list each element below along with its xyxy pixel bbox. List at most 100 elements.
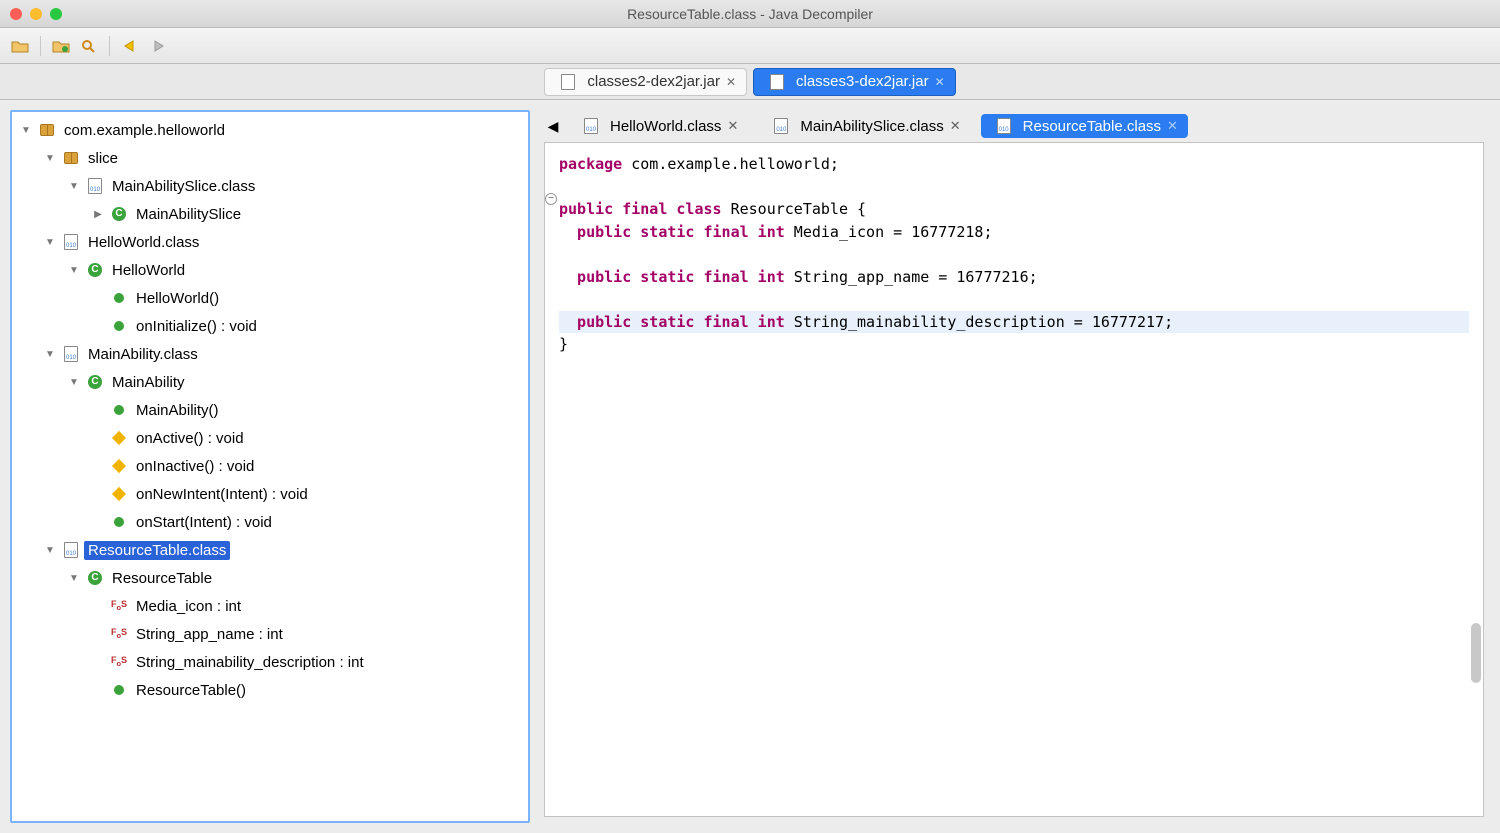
protected-method-icon [110, 429, 128, 447]
nav-back-button[interactable] [118, 34, 142, 58]
tree-node[interactable]: ▼ slice [14, 144, 526, 172]
tree-node[interactable]: onActive() : void [14, 424, 526, 452]
package-icon [38, 121, 56, 139]
tree-node[interactable]: ▼ HelloWorld.class [14, 228, 526, 256]
tree-node-label: HelloWorld [108, 261, 189, 280]
toolbar [0, 28, 1500, 64]
tree-node[interactable]: onNewIntent(Intent) : void [14, 480, 526, 508]
editor-prev-button[interactable]: ◀ [544, 118, 562, 135]
class-icon: C [86, 261, 104, 279]
tree-node[interactable]: ▼ MainAbilitySlice.class [14, 172, 526, 200]
editor-tab[interactable]: MainAbilitySlice.class✕ [758, 114, 970, 138]
tree-node[interactable]: onInitialize() : void [14, 312, 526, 340]
tree-node-label: onInactive() : void [132, 457, 258, 476]
tree-node-label: HelloWorld() [132, 289, 223, 308]
tree-node[interactable]: FoSString_mainability_description : int [14, 648, 526, 676]
disclosure-icon[interactable]: ▼ [42, 349, 58, 360]
close-icon[interactable]: ✕ [1167, 118, 1178, 134]
editor-tab-bar: ◀ HelloWorld.class✕MainAbilitySlice.clas… [538, 110, 1490, 142]
editor-tab[interactable]: HelloWorld.class ✕ [568, 114, 748, 138]
tree-node[interactable]: HelloWorld() [14, 284, 526, 312]
tree-node-label: ResourceTable [108, 569, 216, 588]
scrollbar-thumb[interactable] [1471, 623, 1481, 683]
class-file-icon [582, 117, 600, 135]
tree-node[interactable]: onStart(Intent) : void [14, 508, 526, 536]
tree-node-label: String_mainability_description : int [132, 653, 368, 672]
tree-node-label: onStart(Intent) : void [132, 513, 276, 532]
open-type-button[interactable] [49, 34, 73, 58]
tree-node-label: MainAbility() [132, 401, 223, 420]
disclosure-icon[interactable]: ▼ [66, 573, 82, 584]
tree-node[interactable]: FoSString_app_name : int [14, 620, 526, 648]
titlebar: ResourceTable.class - Java Decompiler [0, 0, 1500, 28]
tree-node[interactable]: ▶CMainAbilitySlice [14, 200, 526, 228]
public-method-icon [110, 513, 128, 531]
tree-node-label: onInitialize() : void [132, 317, 261, 336]
public-method-icon [110, 289, 128, 307]
class-icon: C [110, 205, 128, 223]
open-file-button[interactable] [8, 34, 32, 58]
tree-node[interactable]: ▼CMainAbility [14, 368, 526, 396]
close-window-button[interactable] [10, 8, 22, 20]
tree-node[interactable]: FoSMedia_icon : int [14, 592, 526, 620]
tree-node-label: HelloWorld.class [84, 233, 203, 252]
workspace: ▼ com.example.helloworld ▼ slice ▼ MainAbilit… [0, 100, 1500, 833]
editor-panel: ◀ HelloWorld.class✕MainAbilitySlice.clas… [538, 110, 1490, 823]
search-button[interactable] [77, 34, 101, 58]
tree-node-label: MainAbilitySlice.class [108, 177, 259, 196]
tree-node[interactable]: ResourceTable() [14, 676, 526, 704]
disclosure-icon[interactable]: ▼ [66, 181, 82, 192]
class-file-icon [995, 117, 1013, 135]
class-file-icon [62, 541, 80, 559]
close-icon[interactable]: ✕ [950, 118, 961, 134]
editor-tab-label: ResourceTable.class [1023, 118, 1161, 135]
class-file-icon [86, 177, 104, 195]
tree-node[interactable]: ▼ResourceTable.class [14, 536, 526, 564]
disclosure-icon[interactable]: ▼ [42, 153, 58, 164]
tree-node-label: com.example.helloworld [60, 121, 229, 140]
class-file-icon [62, 345, 80, 363]
tree-node[interactable]: ▼ MainAbility.class [14, 340, 526, 368]
disclosure-icon[interactable]: ▼ [18, 125, 34, 136]
disclosure-icon[interactable]: ▼ [66, 377, 82, 388]
fold-toggle-icon[interactable]: − [545, 193, 557, 205]
static-field-icon: FoS [110, 625, 128, 643]
package-explorer[interactable]: ▼ com.example.helloworld ▼ slice ▼ MainAbilit… [10, 110, 530, 823]
disclosure-icon[interactable]: ▼ [42, 545, 58, 556]
close-icon[interactable]: ✕ [726, 75, 736, 89]
disclosure-icon[interactable]: ▼ [66, 265, 82, 276]
public-method-icon [110, 401, 128, 419]
editor-tab[interactable]: ResourceTable.class ✕ [981, 114, 1188, 138]
package-icon [62, 149, 80, 167]
class-file-icon [62, 233, 80, 251]
tree-node[interactable]: MainAbility() [14, 396, 526, 424]
class-file-icon [772, 117, 790, 135]
nav-forward-button[interactable] [146, 34, 170, 58]
file-tab[interactable]: classes3-dex2jar.jar✕ [753, 68, 956, 96]
protected-method-icon [110, 485, 128, 503]
protected-method-icon [110, 457, 128, 475]
minimize-window-button[interactable] [30, 8, 42, 20]
window-controls [10, 8, 62, 20]
editor-tab-label: HelloWorld.class [610, 118, 721, 135]
toolbar-separator [40, 36, 41, 56]
source-editor[interactable]: − package com.example.helloworld; public… [544, 142, 1484, 817]
maximize-window-button[interactable] [50, 8, 62, 20]
disclosure-icon[interactable]: ▼ [42, 237, 58, 248]
close-icon[interactable]: ✕ [727, 118, 738, 134]
tree-node-label: onActive() : void [132, 429, 248, 448]
tree-node-label: slice [84, 149, 122, 168]
public-method-icon [110, 681, 128, 699]
close-icon[interactable]: ✕ [935, 75, 945, 89]
tree-node-label: String_app_name : int [132, 625, 287, 644]
tree-node[interactable]: onInactive() : void [14, 452, 526, 480]
window-title: ResourceTable.class - Java Decompiler [627, 6, 873, 22]
code-view: package com.example.helloworld; public f… [545, 143, 1483, 366]
tree-node-label: MainAbility.class [84, 345, 202, 364]
disclosure-icon[interactable]: ▶ [90, 209, 106, 220]
jar-icon [559, 73, 577, 91]
tree-node[interactable]: ▼CResourceTable [14, 564, 526, 592]
tree-node[interactable]: ▼ com.example.helloworld [14, 116, 526, 144]
file-tab[interactable]: classes2-dex2jar.jar✕ [544, 68, 747, 96]
tree-node[interactable]: ▼ CHelloWorld [14, 256, 526, 284]
